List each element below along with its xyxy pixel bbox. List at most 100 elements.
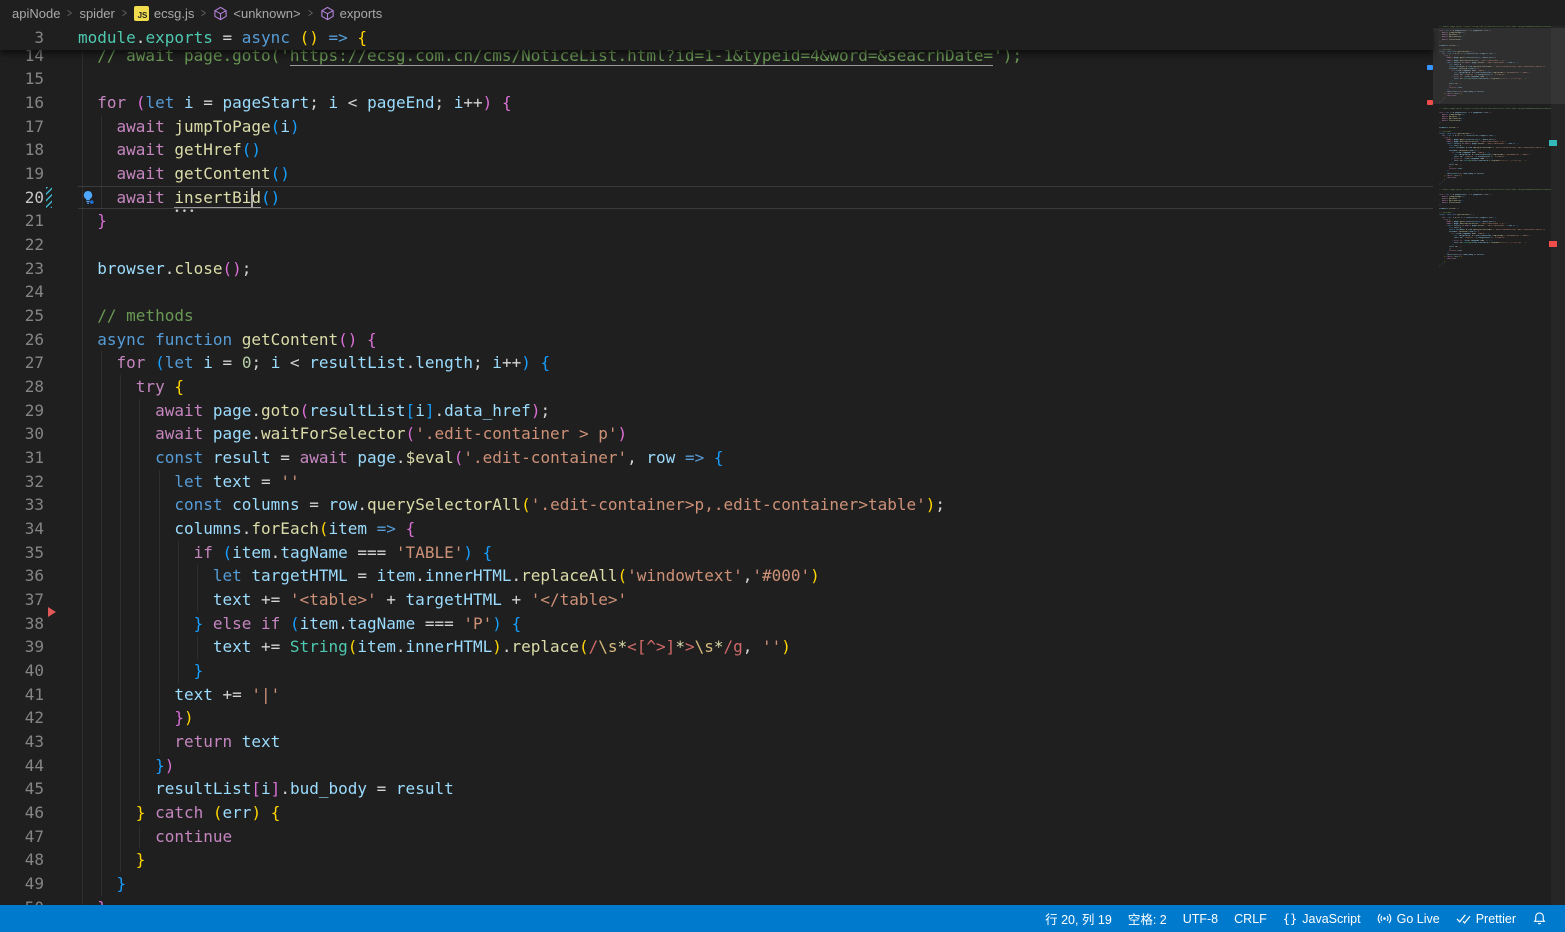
minimap-decoration-dot [1427, 65, 1433, 70]
code-line-35[interactable]: 35 if (item.tagName === 'TABLE') { [0, 541, 1433, 565]
code-line-33[interactable]: 33 const columns = row.querySelectorAll(… [0, 493, 1433, 517]
line-number[interactable]: 44 [0, 754, 44, 778]
line-content: await jumpToPage(i) [78, 115, 300, 139]
code-line-42[interactable]: 42 }) [0, 706, 1433, 730]
editor[interactable]: 14 // await page.goto('https://ecsg.com.… [0, 26, 1565, 905]
code-line-40[interactable]: 40 } [0, 659, 1433, 683]
line-number[interactable]: 48 [0, 848, 44, 872]
code-line-47[interactable]: 47 continue [0, 825, 1433, 849]
minimap-slider[interactable] [1433, 28, 1565, 104]
code-line-49[interactable]: 49 } [0, 872, 1433, 896]
line-number[interactable]: 47 [0, 825, 44, 849]
code-line-38[interactable]: 38 } else if (item.tagName === 'P') { [0, 612, 1433, 636]
line-content: } [78, 872, 126, 896]
code-line-26[interactable]: 26 async function getContent() { [0, 328, 1433, 352]
line-number[interactable]: 28 [0, 375, 44, 399]
code-line-17[interactable]: 17 await jumpToPage(i) [0, 115, 1433, 139]
code-line-50[interactable]: 50 } [0, 896, 1433, 905]
code-line-22[interactable]: 22 [0, 233, 1433, 257]
status-item-indentation[interactable]: 空格: 2 [1120, 905, 1175, 932]
code-line-37[interactable]: 37 text += '<table>' + targetHTML + '</t… [0, 588, 1433, 612]
line-number[interactable]: 18 [0, 138, 44, 162]
code-line-43[interactable]: 43 return text [0, 730, 1433, 754]
minimap[interactable]: // await page.goto('https://ecsg.com.cn/… [1433, 26, 1551, 905]
code-line-16[interactable]: 16 for (let i = pageStart; i < pageEnd; … [0, 91, 1433, 115]
status-item-encoding[interactable]: UTF-8 [1175, 905, 1226, 932]
code-line-30[interactable]: 30 await page.waitForSelector('.edit-con… [0, 422, 1433, 446]
line-number[interactable]: 24 [0, 280, 44, 304]
status-item-prettier[interactable]: Prettier [1448, 905, 1524, 932]
line-number[interactable]: 36 [0, 564, 44, 588]
status-item-cursor-position[interactable]: 行 20, 列 19 [1037, 905, 1120, 932]
breadcrumb-item-exports-symbol[interactable]: exports [318, 6, 385, 21]
breadcrumb-item-spider[interactable]: spider [77, 6, 116, 21]
code-line-21[interactable]: 21 } [0, 209, 1433, 233]
line-number[interactable]: 22 [0, 233, 44, 257]
code-line-19[interactable]: 19 await getContent() [0, 162, 1433, 186]
code-line-23[interactable]: 23 browser.close(); [0, 257, 1433, 281]
line-number[interactable]: 49 [0, 872, 44, 896]
code-line-36[interactable]: 36 let targetHTML = item.innerHTML.repla… [0, 564, 1433, 588]
breadcrumb-item-unknown-symbol[interactable]: <unknown> [211, 6, 302, 21]
code-line-15[interactable]: 15 [0, 67, 1433, 91]
code-line-31[interactable]: 31 const result = await page.$eval('.edi… [0, 446, 1433, 470]
line-number[interactable]: 40 [0, 659, 44, 683]
code-line-46[interactable]: 46 } catch (err) { [0, 801, 1433, 825]
line-content [78, 280, 97, 304]
line-content: try { [78, 375, 184, 399]
line-number[interactable]: 29 [0, 399, 44, 423]
code-line-39[interactable]: 39 text += String(item.innerHTML).replac… [0, 635, 1433, 659]
gutter-deleted-lines-marker[interactable] [48, 607, 56, 617]
line-number[interactable]: 31 [0, 446, 44, 470]
code-line-44[interactable]: 44 }) [0, 754, 1433, 778]
line-content: continue [78, 825, 232, 849]
line-number[interactable]: 43 [0, 730, 44, 754]
code-line-24[interactable]: 24 [0, 280, 1433, 304]
status-item-eol[interactable]: CRLF [1226, 905, 1275, 932]
line-content: text += '<table>' + targetHTML + '</tabl… [78, 588, 627, 612]
line-number[interactable]: 41 [0, 683, 44, 707]
line-number[interactable]: 45 [0, 777, 44, 801]
sticky-scroll-line[interactable]: 3 module.exports = async () => { [0, 26, 1433, 50]
line-number[interactable]: 39 [0, 635, 44, 659]
line-number[interactable]: 20 [0, 186, 44, 210]
bell-icon [1532, 911, 1547, 926]
code-line-20[interactable]: 20••• await insertBid() [0, 186, 1433, 210]
overview-ruler[interactable] [1551, 26, 1565, 905]
line-content: await page.waitForSelector('.edit-contai… [78, 422, 627, 446]
line-number[interactable]: 23 [0, 257, 44, 281]
code-line-28[interactable]: 28 try { [0, 375, 1433, 399]
line-number[interactable]: 50 [0, 896, 44, 905]
line-number[interactable]: 42 [0, 706, 44, 730]
line-number[interactable]: 26 [0, 328, 44, 352]
code-line-34[interactable]: 34 columns.forEach(item => { [0, 517, 1433, 541]
code-line-32[interactable]: 32 let text = '' [0, 470, 1433, 494]
line-number[interactable]: 25 [0, 304, 44, 328]
status-item-language[interactable]: {}JavaScript [1275, 905, 1369, 932]
line-number[interactable]: 32 [0, 470, 44, 494]
line-number[interactable]: 30 [0, 422, 44, 446]
code-line-45[interactable]: 45 resultList[i].bud_body = result [0, 777, 1433, 801]
status-item-notifications[interactable] [1524, 905, 1555, 932]
breadcrumb-item-apinode[interactable]: apiNode [10, 6, 62, 21]
line-number[interactable]: 34 [0, 517, 44, 541]
line-number[interactable]: 37 [0, 588, 44, 612]
code-line-18[interactable]: 18 await getHref() [0, 138, 1433, 162]
code-area[interactable]: 14 // await page.goto('https://ecsg.com.… [0, 26, 1433, 905]
line-content: await insertBid() [78, 186, 280, 210]
line-number[interactable]: 33 [0, 493, 44, 517]
text-cursor [251, 188, 253, 207]
code-line-29[interactable]: 29 await page.goto(resultList[i].data_hr… [0, 399, 1433, 423]
line-number[interactable]: 38 [0, 612, 44, 636]
status-item-go-live[interactable]: Go Live [1369, 905, 1448, 932]
code-line-25[interactable]: 25 // methods [0, 304, 1433, 328]
line-number[interactable]: 46 [0, 801, 44, 825]
breadcrumb-item-file[interactable]: JS ecsg.js [132, 6, 196, 21]
code-line-48[interactable]: 48 } [0, 848, 1433, 872]
line-number[interactable]: 35 [0, 541, 44, 565]
line-number[interactable]: 21 [0, 209, 44, 233]
line-number[interactable]: 27 [0, 351, 44, 375]
code-line-41[interactable]: 41 text += '|' [0, 683, 1433, 707]
code-line-27[interactable]: 27 for (let i = 0; i < resultList.length… [0, 351, 1433, 375]
line-number[interactable]: 19 [0, 162, 44, 186]
